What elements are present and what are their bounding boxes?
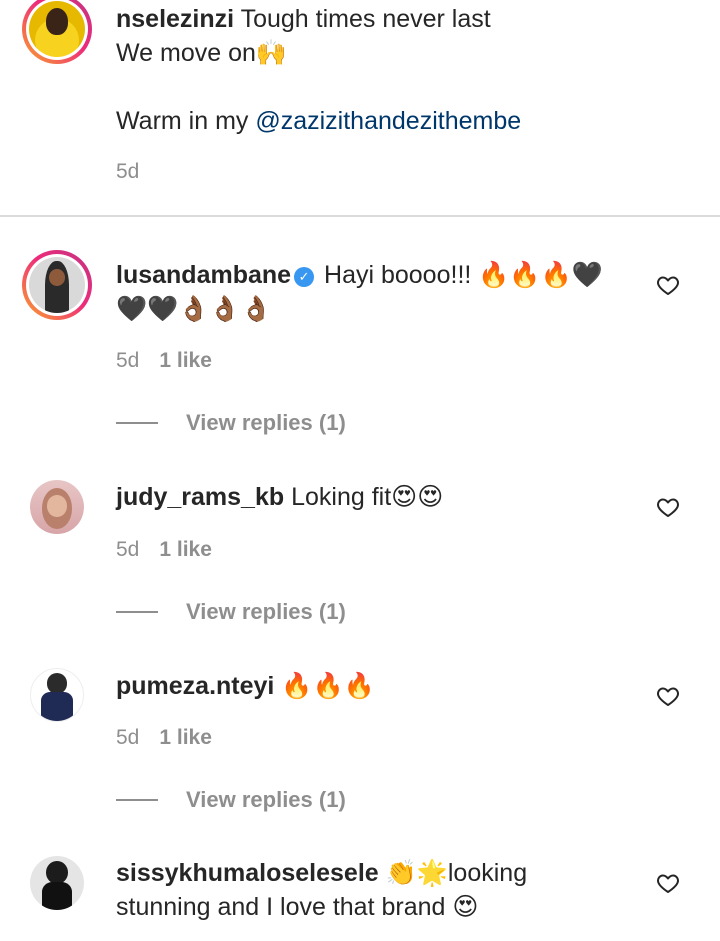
heart-outline-icon[interactable] bbox=[656, 495, 680, 519]
replies-line bbox=[116, 611, 158, 613]
comment-text: Loking fit😍😍 bbox=[291, 483, 444, 511]
comment-text: 🖤🖤👌🏾👌🏾👌🏾 bbox=[116, 295, 272, 323]
comment-judy_rams_kb: judy_rams_kb Loking fit😍😍 bbox=[116, 480, 640, 514]
timestamp: 5d bbox=[116, 538, 140, 561]
profile-photo bbox=[30, 668, 84, 722]
username[interactable]: pumeza.nteyi bbox=[116, 672, 274, 700]
avatar-nselezinzi[interactable] bbox=[22, 0, 92, 64]
avatar-sissykhumaloselesele[interactable] bbox=[30, 856, 84, 910]
timestamp: 5d bbox=[116, 160, 140, 183]
comment-text: Warm in my bbox=[116, 107, 256, 135]
mention-link[interactable]: @zazizithandezithembe bbox=[255, 107, 521, 135]
avatar-lusandambane[interactable] bbox=[22, 250, 92, 320]
profile-photo bbox=[29, 1, 85, 57]
view-replies-label: View replies (1) bbox=[186, 787, 346, 812]
comment-meta: 5d bbox=[116, 160, 139, 184]
view-replies-button[interactable]: View replies (1) bbox=[116, 410, 346, 436]
comment-text: 🔥🔥🔥 bbox=[281, 672, 375, 700]
replies-line bbox=[116, 799, 158, 801]
view-replies-label: View replies (1) bbox=[186, 599, 346, 624]
comment-meta: 5d 1 like bbox=[116, 538, 212, 562]
comment-pumeza.nteyi: pumeza.nteyi 🔥🔥🔥 bbox=[116, 669, 640, 703]
heart-outline-icon[interactable] bbox=[656, 273, 680, 297]
like-count[interactable]: 1 like bbox=[159, 349, 212, 372]
view-replies-button[interactable]: View replies (1) bbox=[116, 787, 346, 813]
profile-photo bbox=[29, 257, 85, 313]
username[interactable]: sissykhumaloselesele bbox=[116, 859, 379, 887]
comment-lusandambane: lusandambane ✓ Hayi boooo!!! 🔥🔥🔥🖤 🖤🖤👌🏾👌🏾👌… bbox=[116, 258, 640, 326]
view-replies-label: View replies (1) bbox=[186, 410, 346, 435]
comment-text: 👏🌟looking bbox=[385, 859, 528, 887]
comment-meta: 5d 1 like bbox=[116, 349, 212, 373]
avatar-judy_rams_kb[interactable] bbox=[30, 480, 84, 534]
timestamp: 5d bbox=[116, 726, 140, 749]
verified-badge-icon: ✓ bbox=[294, 267, 315, 287]
comment-sissykhumaloselesele: sissykhumaloselesele 👏🌟looking stunning … bbox=[116, 856, 640, 924]
comment-nselezinzi: nselezinzi Tough times never last We mov… bbox=[116, 2, 640, 138]
replies-line bbox=[116, 422, 158, 424]
username[interactable]: judy_rams_kb bbox=[116, 483, 284, 511]
divider bbox=[0, 215, 720, 217]
comment-text: Hayi boooo!!! 🔥🔥🔥🖤 bbox=[324, 261, 603, 289]
username[interactable]: lusandambane bbox=[116, 261, 291, 289]
comment-text: We move on🙌 bbox=[116, 39, 288, 67]
profile-photo bbox=[30, 856, 84, 910]
heart-outline-icon[interactable] bbox=[656, 871, 680, 895]
avatar-pumeza.nteyi[interactable] bbox=[30, 668, 84, 722]
heart-outline-icon[interactable] bbox=[656, 684, 680, 708]
like-count[interactable]: 1 like bbox=[159, 538, 212, 561]
comment-meta: 5d 1 like bbox=[116, 726, 212, 750]
username[interactable]: nselezinzi bbox=[116, 5, 234, 33]
comment-text: stunning and I love that brand 😍 bbox=[116, 893, 479, 921]
view-replies-button[interactable]: View replies (1) bbox=[116, 599, 346, 625]
comment-text: Tough times never last bbox=[240, 5, 491, 33]
timestamp: 5d bbox=[116, 349, 140, 372]
like-count[interactable]: 1 like bbox=[159, 726, 212, 749]
profile-photo bbox=[30, 480, 84, 534]
